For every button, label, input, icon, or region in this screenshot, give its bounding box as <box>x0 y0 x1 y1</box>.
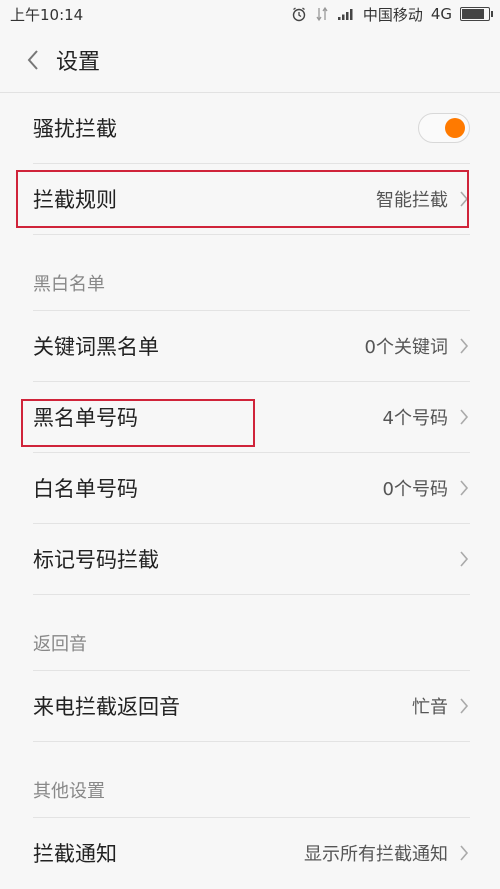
section-header-lists: 黑白名单 <box>33 235 470 311</box>
status-icons: 中国移动 4G <box>291 4 493 25</box>
chevron-right-icon <box>458 336 470 356</box>
section-header-other: 其他设置 <box>33 742 470 818</box>
chevron-right-icon <box>458 696 470 716</box>
carrier-name: 中国移动 <box>362 5 423 24</box>
page-title: 设置 <box>56 50 101 75</box>
row-blacklist-numbers[interactable]: 黑名单号码 4个号码 <box>33 382 470 453</box>
row-value: 4个号码 <box>382 408 448 429</box>
row-right: 智能拦截 <box>376 186 470 212</box>
chevron-right-icon <box>458 549 470 569</box>
toggle-knob <box>445 118 465 138</box>
status-time: 上午10:14 <box>10 5 84 24</box>
battery-icon <box>460 7 493 21</box>
alarm-icon <box>291 6 307 22</box>
network-type: 4G <box>430 5 452 23</box>
row-label: 关键词黑名单 <box>33 335 159 359</box>
row-label: 骚扰拦截 <box>33 117 117 141</box>
harassment-block-toggle[interactable] <box>418 113 470 143</box>
row-right <box>448 549 470 569</box>
chevron-left-icon <box>27 50 38 70</box>
row-value: 智能拦截 <box>376 190 448 211</box>
row-marked-number-block[interactable]: 标记号码拦截 <box>33 524 470 595</box>
row-right: 0个关键词 <box>365 333 470 359</box>
settings-list: 骚扰拦截 拦截规则 智能拦截 黑白名单 关键词黑名单 0个关键词 黑名单号码 4… <box>0 93 500 888</box>
battery-level <box>462 9 485 19</box>
status-bar: 上午10:14 中国移动 4G <box>0 0 500 28</box>
chevron-right-icon <box>458 478 470 498</box>
row-harassment-block[interactable]: 骚扰拦截 <box>33 93 470 164</box>
screen: 上午10:14 中国移动 4G 设置 骚扰拦截 拦截规则 智能拦截 黑白名单 关… <box>0 0 500 889</box>
row-incoming-return-tone[interactable]: 来电拦截返回音 忙音 <box>33 671 470 742</box>
back-button[interactable] <box>12 39 54 81</box>
row-label: 来电拦截返回音 <box>33 695 180 719</box>
row-value: 0个号码 <box>382 479 448 500</box>
data-transfer-icon <box>315 6 329 22</box>
row-label: 标记号码拦截 <box>33 548 159 572</box>
chevron-right-icon <box>458 189 470 209</box>
header: 设置 <box>0 28 500 93</box>
row-block-notification[interactable]: 拦截通知 显示所有拦截通知 <box>33 818 470 888</box>
section-header-return-tone: 返回音 <box>33 595 470 671</box>
row-label: 拦截规则 <box>33 188 117 212</box>
row-value: 忙音 <box>412 697 448 718</box>
row-label: 拦截通知 <box>33 842 117 866</box>
row-right: 忙音 <box>412 693 470 719</box>
row-whitelist-numbers[interactable]: 白名单号码 0个号码 <box>33 453 470 524</box>
row-block-rules[interactable]: 拦截规则 智能拦截 <box>33 164 470 235</box>
row-value: 显示所有拦截通知 <box>304 844 448 865</box>
row-label: 白名单号码 <box>33 477 138 501</box>
row-right: 0个号码 <box>383 475 470 501</box>
row-label: 黑名单号码 <box>33 406 138 430</box>
row-keyword-blacklist[interactable]: 关键词黑名单 0个关键词 <box>33 311 470 382</box>
row-right: 显示所有拦截通知 <box>304 840 470 866</box>
row-right: 4个号码 <box>383 404 470 430</box>
chevron-right-icon <box>458 843 470 863</box>
chevron-right-icon <box>458 407 470 427</box>
signal-icon <box>337 7 355 21</box>
row-value: 0个关键词 <box>364 337 448 358</box>
